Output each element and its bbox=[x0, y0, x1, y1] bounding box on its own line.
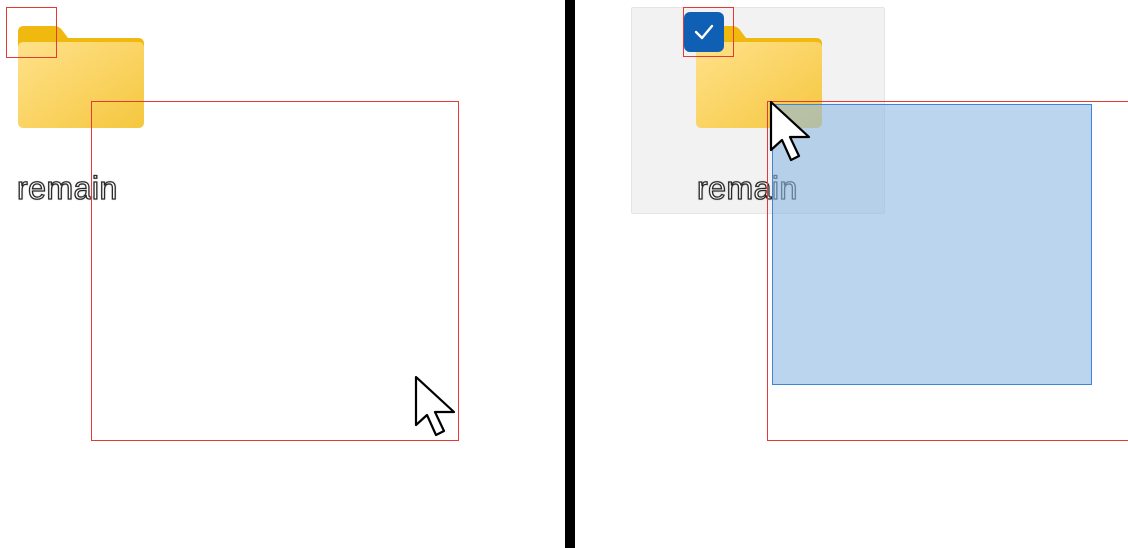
arrow-cursor-icon bbox=[769, 100, 811, 162]
folder-item-remain[interactable]: remain bbox=[0, 0, 200, 230]
selection-checkbox[interactable] bbox=[684, 12, 724, 52]
checkmark-icon bbox=[694, 24, 714, 40]
arrow-cursor-icon bbox=[414, 375, 456, 437]
folder-icon bbox=[18, 26, 144, 128]
left-panel: remain bbox=[0, 0, 565, 548]
panel-divider bbox=[565, 0, 575, 548]
comparison-canvas: remain remain bbox=[0, 0, 1128, 548]
right-panel: remain bbox=[575, 0, 1128, 548]
drag-selection-rectangle bbox=[772, 104, 1092, 385]
folder-label: remain bbox=[16, 169, 118, 206]
